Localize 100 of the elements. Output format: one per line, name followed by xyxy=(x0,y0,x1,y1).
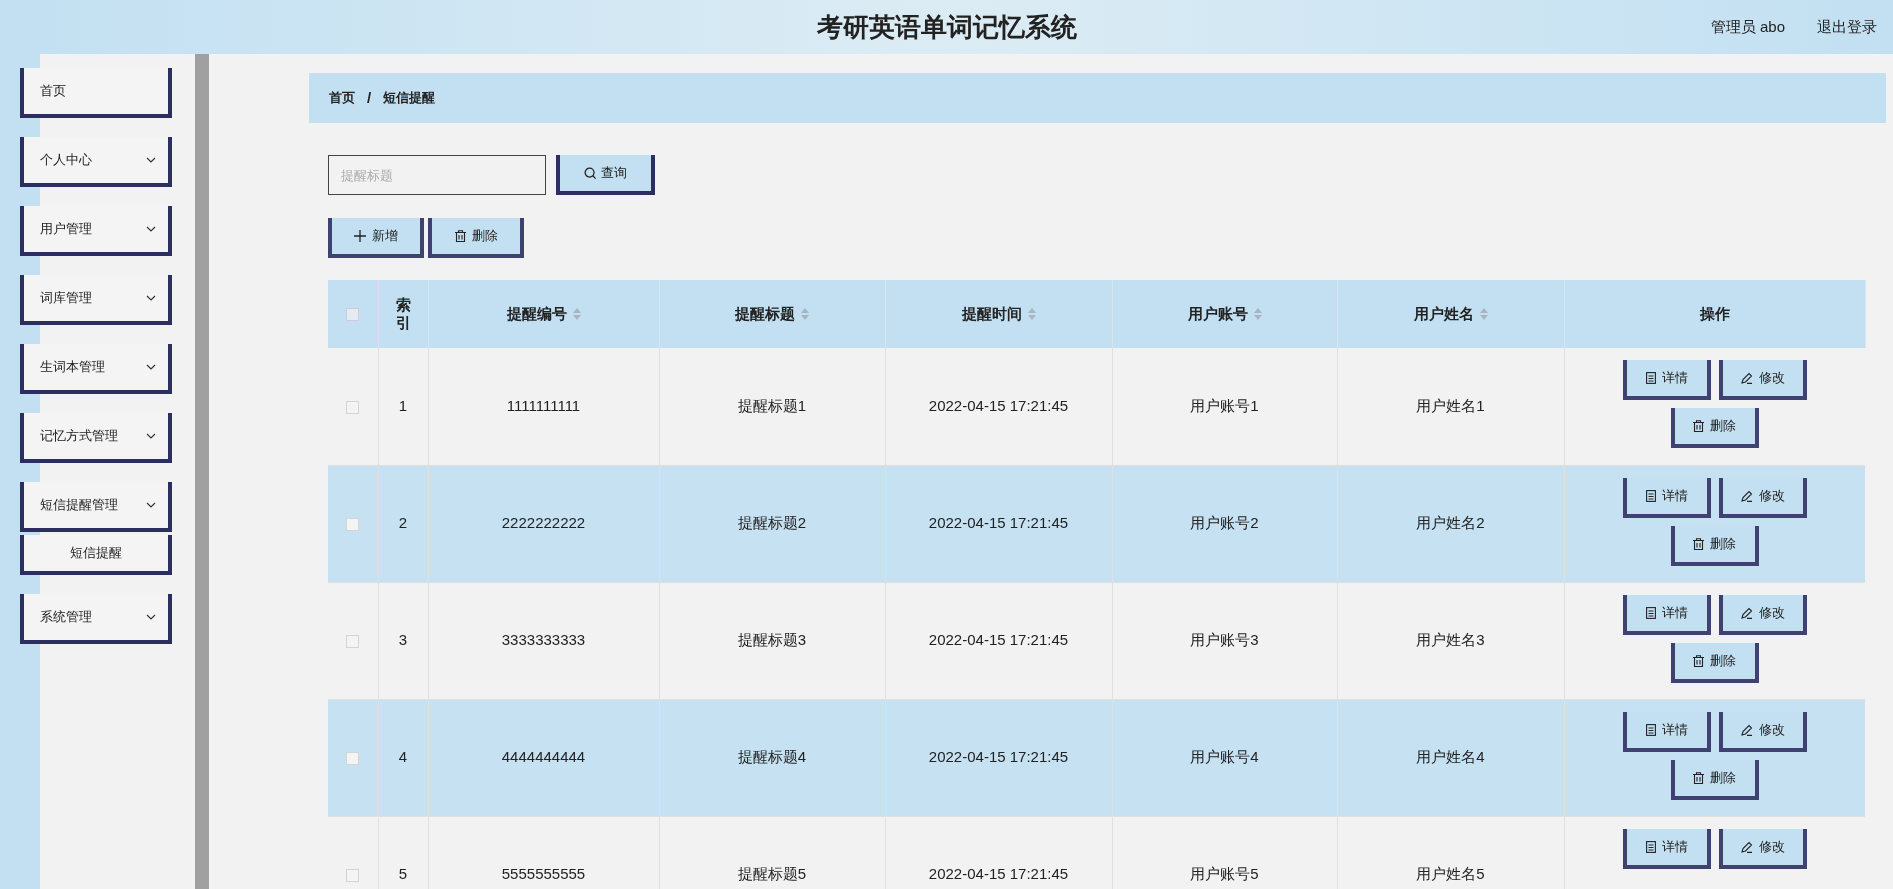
sort-icon[interactable] xyxy=(1253,308,1262,320)
query-button[interactable]: 查询 xyxy=(556,155,655,195)
detail-button[interactable]: 详情 xyxy=(1622,594,1711,635)
trash-icon xyxy=(1693,537,1705,550)
chevron-down-icon xyxy=(146,364,156,370)
table-cell: 2022-04-15 17:21:45 xyxy=(928,865,1069,883)
document-icon xyxy=(1645,723,1656,736)
chevron-down-icon xyxy=(146,614,156,620)
table-cell: 用户姓名5 xyxy=(1416,865,1485,883)
column-header[interactable]: 提醒时间 xyxy=(961,302,1022,326)
sidebar-item[interactable]: 短信提醒管理 xyxy=(20,482,172,532)
row-checkbox[interactable] xyxy=(346,400,360,414)
document-icon xyxy=(1645,606,1656,619)
table-cell: 提醒标题3 xyxy=(737,631,807,649)
sidebar-subitem[interactable]: 短信提醒 xyxy=(20,535,172,575)
table-cell: 3333333333 xyxy=(501,631,586,649)
table-cell: 提醒标题1 xyxy=(737,397,807,414)
logout-link[interactable]: 退出登录 xyxy=(1817,15,1877,39)
document-icon xyxy=(1645,489,1656,502)
pencil-icon xyxy=(1740,489,1753,502)
column-header[interactable]: 提醒编号 xyxy=(506,302,567,326)
chevron-down-icon xyxy=(146,226,156,232)
breadcrumb-link[interactable]: 短信提醒 xyxy=(383,88,436,108)
sidebar-item[interactable]: 用户管理 xyxy=(20,206,172,256)
detail-button[interactable]: 详情 xyxy=(1622,828,1711,869)
sort-icon[interactable] xyxy=(572,308,581,320)
column-header[interactable]: 用户姓名 xyxy=(1413,302,1474,326)
table-cell: 用户姓名3 xyxy=(1416,631,1485,649)
table-cell: 2222222222 xyxy=(501,514,586,532)
detail-button[interactable]: 详情 xyxy=(1622,477,1711,518)
sidebar-item[interactable]: 记忆方式管理 xyxy=(20,413,172,463)
sort-icon[interactable] xyxy=(801,308,809,320)
sidebar-item[interactable]: 首页 xyxy=(20,68,172,118)
chevron-down-icon xyxy=(146,502,156,508)
delete-button[interactable]: 删除 xyxy=(1670,642,1759,683)
edit-button[interactable]: 修改 xyxy=(1718,828,1807,869)
pencil-icon xyxy=(1740,606,1753,619)
sidebar-item[interactable]: 个人中心 xyxy=(20,137,172,187)
sort-icon[interactable] xyxy=(1479,308,1488,320)
table-cell: 提醒标题2 xyxy=(737,514,807,532)
sidebar-item[interactable]: 生词本管理 xyxy=(20,344,172,394)
app-title: 考研英语单词记忆系统 xyxy=(816,10,1077,44)
edit-button[interactable]: 修改 xyxy=(1718,711,1807,752)
column-header: 索引 xyxy=(395,296,411,332)
edit-button[interactable]: 修改 xyxy=(1718,360,1807,400)
row-checkbox[interactable] xyxy=(346,751,360,765)
user-label: 管理员 abo xyxy=(1710,16,1785,37)
sidebar-scrollbar[interactable] xyxy=(195,54,209,889)
select-all-checkbox[interactable] xyxy=(346,308,360,322)
table-cell: 用户姓名1 xyxy=(1416,397,1485,414)
chevron-down-icon xyxy=(146,295,156,301)
detail-button[interactable]: 详情 xyxy=(1622,711,1711,752)
table-cell: 1111111111 xyxy=(506,397,581,414)
edit-button[interactable]: 修改 xyxy=(1718,477,1807,518)
pencil-icon xyxy=(1740,723,1753,736)
table-cell: 用户姓名4 xyxy=(1416,748,1485,766)
detail-button[interactable]: 详情 xyxy=(1622,360,1711,400)
table-cell: 2022-04-15 17:21:45 xyxy=(928,514,1069,532)
edit-button[interactable]: 修改 xyxy=(1718,594,1807,635)
table-cell: 3 xyxy=(398,631,408,649)
delete-button[interactable]: 删除 xyxy=(1670,525,1759,566)
table-cell: 用户账号1 xyxy=(1190,397,1259,414)
table-cell: 用户姓名2 xyxy=(1416,514,1485,532)
table-cell: 2 xyxy=(398,514,408,532)
document-icon xyxy=(1645,840,1656,853)
chevron-down-icon xyxy=(146,433,156,439)
delete-button[interactable]: 删除 xyxy=(1670,408,1759,448)
table-cell: 4 xyxy=(398,748,408,766)
search-field[interactable]: 提醒标题 xyxy=(328,155,546,195)
table-cell: 5 xyxy=(398,865,408,883)
search-icon xyxy=(584,166,597,180)
table-cell: 用户账号3 xyxy=(1190,631,1259,649)
table-cell: 提醒标题4 xyxy=(737,748,807,766)
add-button[interactable]: 新增 xyxy=(328,218,424,258)
breadcrumb-link[interactable]: 首页 xyxy=(329,88,355,108)
delete-button[interactable]: 删除 xyxy=(1670,759,1759,800)
column-header: 操作 xyxy=(1699,303,1730,324)
table-cell: 2022-04-15 17:21:45 xyxy=(928,748,1069,766)
trash-icon xyxy=(1693,654,1705,667)
trash-icon xyxy=(1693,771,1705,784)
table-cell: 用户账号2 xyxy=(1190,514,1259,532)
trash-icon xyxy=(454,230,466,242)
trash-icon xyxy=(1693,420,1705,432)
document-icon xyxy=(1645,372,1656,384)
row-checkbox[interactable] xyxy=(346,868,360,882)
sidebar-item[interactable]: 系统管理 xyxy=(20,594,172,644)
table-cell: 4444444444 xyxy=(501,748,586,766)
table-cell: 用户账号5 xyxy=(1190,865,1259,883)
table-cell: 5555555555 xyxy=(501,865,586,883)
sort-icon[interactable] xyxy=(1027,308,1036,320)
table-cell: 用户账号4 xyxy=(1190,748,1259,766)
plus-icon xyxy=(354,230,366,242)
sidebar-item[interactable]: 词库管理 xyxy=(20,275,172,325)
column-header[interactable]: 用户账号 xyxy=(1187,302,1248,326)
table-cell: 2022-04-15 17:21:45 xyxy=(928,397,1069,414)
breadcrumb-separator: / xyxy=(367,87,372,108)
column-header[interactable]: 提醒标题 xyxy=(735,302,795,326)
row-checkbox[interactable] xyxy=(346,634,360,648)
row-checkbox[interactable] xyxy=(346,517,360,531)
delete-button[interactable]: 删除 xyxy=(428,218,524,258)
